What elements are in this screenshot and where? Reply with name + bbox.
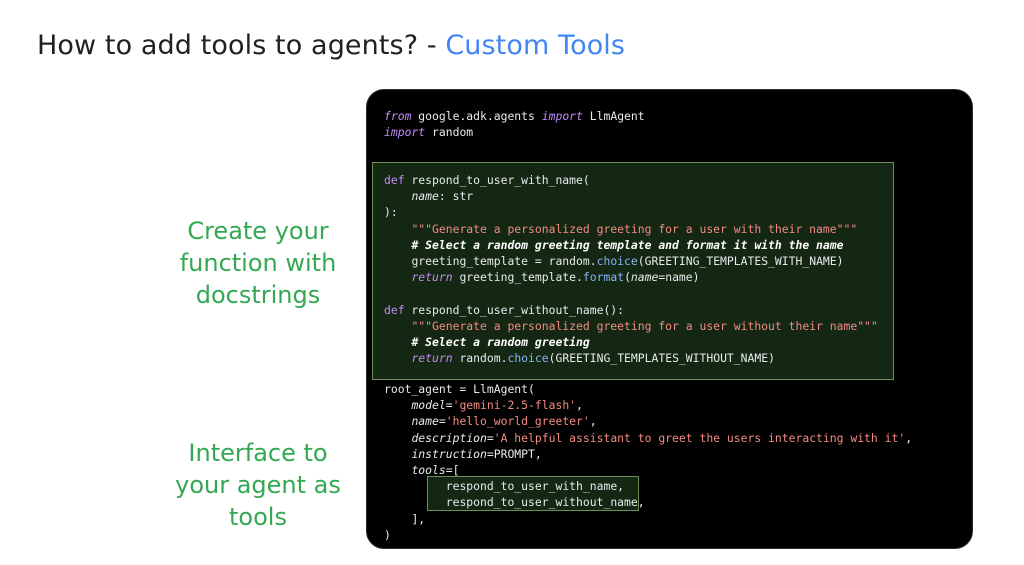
caption-interface-line: your agent as [175, 471, 341, 499]
slide-title-accent: Custom Tools [445, 30, 626, 61]
caption-function-line: function with [179, 249, 337, 277]
tool-entry-with-name: respond_to_user_with_name, [445, 479, 625, 494]
tool-entry-without-name: respond_to_user_without_name, [445, 495, 645, 510]
caption-function-line: Create your [187, 217, 329, 245]
caption-function: Create your function with docstrings [168, 215, 348, 311]
caption-function-line: docstrings [195, 281, 321, 309]
code-imports: from google.adk.agents import LlmAgent i… [384, 109, 645, 140]
caption-interface: Interface to your agent as tools [168, 437, 348, 533]
slide-title-main: How to add tools to agents? - [37, 30, 446, 61]
code-agent-definition: root_agent = LlmAgent( model='gemini-2.5… [384, 382, 913, 542]
caption-interface-line: tools [229, 503, 287, 531]
code-function-definitions: def respond_to_user_with_name( name: str… [384, 173, 878, 366]
slide-title: How to add tools to agents? - Custom Too… [37, 30, 625, 61]
caption-interface-line: Interface to [188, 439, 328, 467]
